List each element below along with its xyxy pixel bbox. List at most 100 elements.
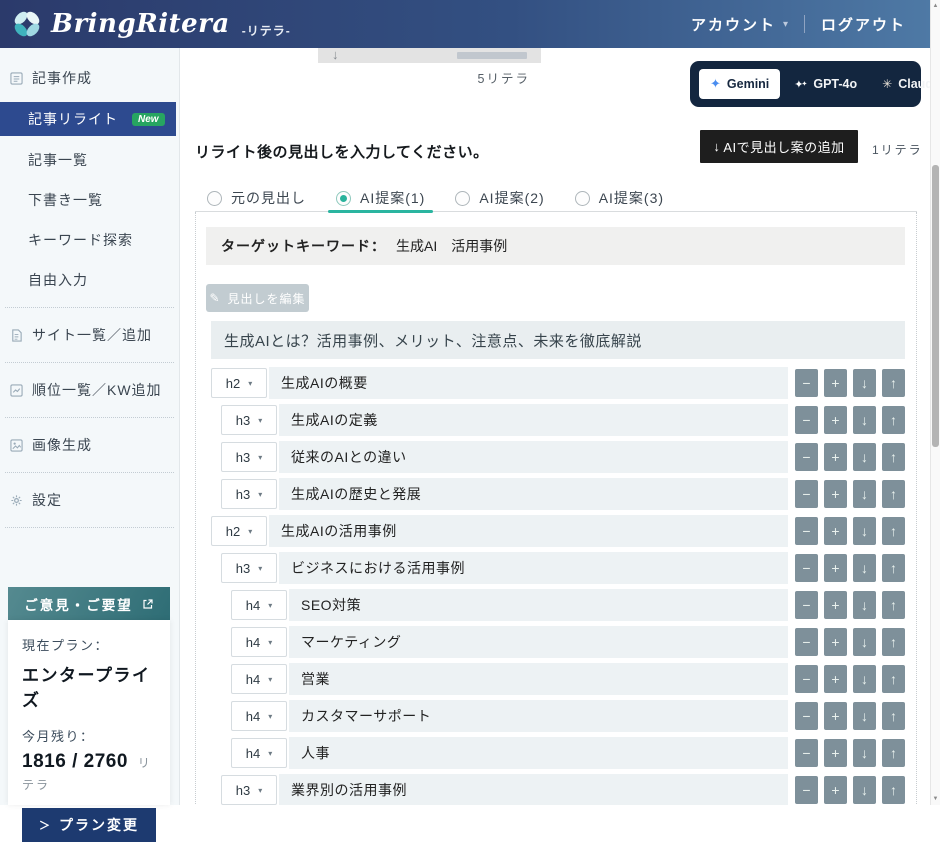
move-down-button[interactable]: ↓: [853, 739, 876, 767]
heading-text-input[interactable]: [279, 774, 788, 805]
remove-button[interactable]: −: [795, 776, 818, 804]
add-button[interactable]: +: [824, 517, 847, 545]
scrollbar-up-arrow[interactable]: ▲: [931, 3, 940, 9]
move-down-button[interactable]: ↓: [853, 628, 876, 656]
feedback-button[interactable]: ご意見・ご要望: [8, 587, 170, 620]
heading-level-select[interactable]: h3▾: [221, 405, 277, 435]
heading-text-input[interactable]: [289, 737, 788, 769]
add-button[interactable]: +: [824, 554, 847, 582]
suggestion-tab[interactable]: 元の見出し: [207, 185, 306, 211]
heading-level-select[interactable]: h3▾: [221, 553, 277, 583]
scrollbar-down-arrow[interactable]: ▼: [931, 796, 940, 802]
move-down-button[interactable]: ↓: [853, 443, 876, 471]
heading-text-input[interactable]: [289, 700, 788, 732]
add-button[interactable]: +: [824, 443, 847, 471]
heading-text-input[interactable]: [289, 663, 788, 695]
sidebar-item[interactable]: 画像生成: [0, 429, 179, 461]
heading-text-input[interactable]: [289, 589, 788, 621]
move-up-button[interactable]: ↑: [882, 702, 905, 730]
remove-button[interactable]: −: [795, 443, 818, 471]
heading-level-select[interactable]: h2▾: [211, 516, 267, 546]
move-up-button[interactable]: ↑: [882, 665, 905, 693]
remove-button[interactable]: −: [795, 628, 818, 656]
remove-button[interactable]: −: [795, 665, 818, 693]
sidebar-item[interactable]: 設定: [0, 484, 179, 516]
suggestion-tab[interactable]: AI提案(1): [336, 185, 425, 211]
sidebar-item[interactable]: キーワード探索: [0, 224, 179, 256]
logout-button[interactable]: ログアウト: [821, 14, 906, 35]
move-up-button[interactable]: ↑: [882, 591, 905, 619]
sidebar-item[interactable]: 順位一覧／KW追加: [0, 374, 179, 406]
heading-level-select[interactable]: h4▾: [231, 590, 287, 620]
brand-logo[interactable]: BringRitera -リテラ-: [10, 7, 291, 41]
move-up-button[interactable]: ↑: [882, 517, 905, 545]
heading-level-select[interactable]: h3▾: [221, 479, 277, 509]
sidebar-item[interactable]: 記事一覧: [0, 144, 179, 176]
add-button[interactable]: +: [824, 369, 847, 397]
ai-add-headings-button[interactable]: ↓ AIで見出し案の追加: [700, 130, 858, 163]
move-up-button[interactable]: ↑: [882, 628, 905, 656]
move-up-button[interactable]: ↑: [882, 443, 905, 471]
move-up-button[interactable]: ↑: [882, 554, 905, 582]
remove-button[interactable]: −: [795, 554, 818, 582]
heading-level-select[interactable]: h4▾: [231, 664, 287, 694]
heading-level-select[interactable]: h2▾: [211, 368, 267, 398]
sidebar-item[interactable]: サイト一覧／追加: [0, 319, 179, 351]
sidebar-item[interactable]: 記事作成: [0, 62, 179, 94]
move-down-button[interactable]: ↓: [853, 369, 876, 397]
add-button[interactable]: +: [824, 702, 847, 730]
add-button[interactable]: +: [824, 628, 847, 656]
edit-headings-button[interactable]: ✎ 見出しを編集: [206, 284, 309, 312]
heading-text-input[interactable]: [289, 626, 788, 658]
move-down-button[interactable]: ↓: [853, 406, 876, 434]
heading-text-input[interactable]: [279, 441, 788, 473]
move-up-button[interactable]: ↑: [882, 369, 905, 397]
add-button[interactable]: +: [824, 480, 847, 508]
add-button[interactable]: +: [824, 591, 847, 619]
heading-text-input[interactable]: [279, 552, 788, 584]
account-menu[interactable]: アカウント ▾: [691, 14, 788, 35]
move-up-button[interactable]: ↑: [882, 480, 905, 508]
move-down-button[interactable]: ↓: [853, 480, 876, 508]
scrollbar-thumb[interactable]: [932, 165, 939, 447]
remove-button[interactable]: −: [795, 406, 818, 434]
add-button[interactable]: +: [824, 665, 847, 693]
suggestion-tab[interactable]: AI提案(2): [455, 185, 544, 211]
heading-level-select[interactable]: h4▾: [231, 701, 287, 731]
heading-level-select[interactable]: h3▾: [221, 442, 277, 472]
move-down-button[interactable]: ↓: [853, 776, 876, 804]
model-tab-gemini[interactable]: ✦Gemini: [699, 69, 780, 99]
page-scrollbar[interactable]: ▲ ▼: [930, 0, 940, 805]
model-tab-gpt-4o[interactable]: ✦✦GPT-4o: [783, 70, 868, 98]
move-down-button[interactable]: ↓: [853, 702, 876, 730]
heading-text-input[interactable]: [279, 478, 788, 510]
move-up-button[interactable]: ↑: [882, 776, 905, 804]
move-down-button[interactable]: ↓: [853, 591, 876, 619]
scrolled-off-button[interactable]: ↓: [318, 48, 541, 63]
heading-text-input[interactable]: [279, 404, 788, 436]
suggestion-tab[interactable]: AI提案(3): [575, 185, 664, 211]
heading-level-select[interactable]: h4▾: [231, 738, 287, 768]
move-up-button[interactable]: ↑: [882, 406, 905, 434]
add-button[interactable]: +: [824, 776, 847, 804]
move-up-button[interactable]: ↑: [882, 739, 905, 767]
heading-text-input[interactable]: [269, 515, 788, 547]
remove-button[interactable]: −: [795, 739, 818, 767]
model-tab-claude[interactable]: ✳Claude: [871, 70, 930, 98]
remove-button[interactable]: −: [795, 480, 818, 508]
remove-button[interactable]: −: [795, 369, 818, 397]
sidebar-item[interactable]: 下書き一覧: [0, 184, 179, 216]
heading-level-select[interactable]: h4▾: [231, 627, 287, 657]
remove-button[interactable]: −: [795, 702, 818, 730]
remove-button[interactable]: −: [795, 591, 818, 619]
add-button[interactable]: +: [824, 406, 847, 434]
sidebar-item[interactable]: 自由入力: [0, 264, 179, 296]
add-button[interactable]: +: [824, 739, 847, 767]
heading-level-select[interactable]: h3▾: [221, 775, 277, 805]
move-down-button[interactable]: ↓: [853, 665, 876, 693]
sidebar-item[interactable]: 記事リライトNew: [0, 102, 176, 136]
change-plan-button[interactable]: ＞ プラン変更: [22, 808, 156, 842]
remove-button[interactable]: −: [795, 517, 818, 545]
heading-text-input[interactable]: [269, 367, 788, 399]
move-down-button[interactable]: ↓: [853, 517, 876, 545]
